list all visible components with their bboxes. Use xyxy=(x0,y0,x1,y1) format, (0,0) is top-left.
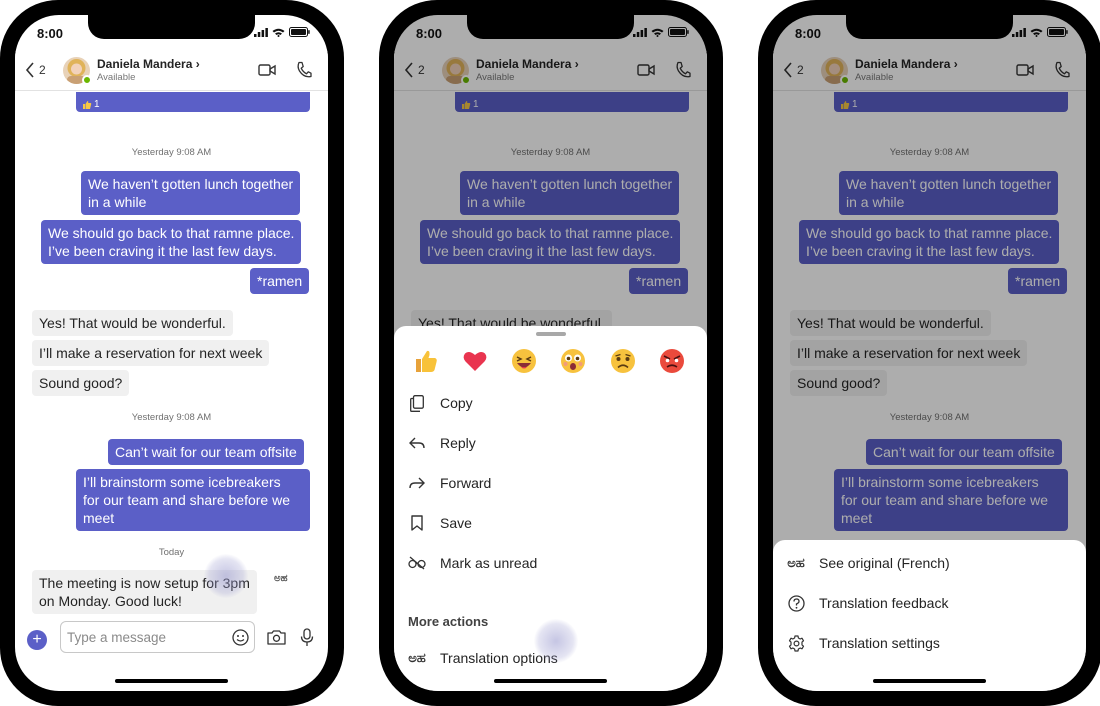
phone-screen: 8:00 2 Daniela Mandera › Available 1 Yes… xyxy=(773,15,1086,691)
battery-icon xyxy=(289,27,310,37)
message-line: meet xyxy=(83,510,115,526)
notch xyxy=(846,15,1013,39)
timestamp: Yesterday 9:08 AM xyxy=(131,412,212,423)
message-text: Yes! That would be wonderful. xyxy=(39,315,226,331)
status-icons xyxy=(254,27,310,37)
chat-header: 2 Daniela Mandera › Available xyxy=(15,51,328,91)
forward-icon xyxy=(408,474,426,492)
menu-item-see-original[interactable]: ಅಹ See original (French) xyxy=(773,546,1086,580)
gear-icon xyxy=(787,634,805,652)
timestamp: Yesterday 9:08 AM xyxy=(131,147,212,158)
message-text: *ramen xyxy=(257,273,303,289)
heart-icon[interactable] xyxy=(462,348,488,374)
translated-indicator-icon: ಅಹ xyxy=(274,573,288,584)
contact-name[interactable]: Daniela Mandera › xyxy=(97,57,200,71)
home-indicator xyxy=(873,679,986,683)
presence-available-icon xyxy=(82,75,92,85)
bookmark-icon xyxy=(408,514,426,532)
laughing-emoji-icon[interactable] xyxy=(511,348,537,374)
phone-translation-options-view: 8:00 2 Daniela Mandera › Available 1 Yes… xyxy=(758,0,1100,706)
timestamp: Today xyxy=(158,547,185,558)
reaction-count: 1 xyxy=(94,99,100,110)
message-list[interactable]: 1 Yesterday 9:08 AM We haven’t gotten lu… xyxy=(15,92,328,617)
message-text: Sound good? xyxy=(39,375,123,391)
help-circle-icon xyxy=(787,594,805,612)
message-text: I’ll make a reservation for next week xyxy=(39,345,263,361)
touch-indicator xyxy=(204,554,248,598)
menu-item-label: Translation settings xyxy=(819,635,940,651)
mark-unread-icon xyxy=(408,554,426,572)
message-bubble[interactable]: Can’t wait for our team offsite xyxy=(108,439,304,465)
message-input[interactable] xyxy=(60,621,255,653)
copy-icon xyxy=(408,394,426,412)
contact-status: Available xyxy=(97,72,136,83)
thumbs-up-icon xyxy=(83,101,92,109)
menu-item-label: Mark as unread xyxy=(440,555,538,571)
translate-icon: ಅಹ xyxy=(787,555,805,570)
message-line: in a while xyxy=(88,194,147,210)
menu-item-translation-settings[interactable]: Translation settings xyxy=(773,626,1086,660)
menu-item-translation-feedback[interactable]: Translation feedback xyxy=(773,586,1086,620)
message-bubble-incoming[interactable]: Sound good? xyxy=(32,370,130,396)
home-indicator xyxy=(115,679,228,683)
message-line: We should go back to that ramne place. xyxy=(48,225,295,241)
menu-item-label: Translation feedback xyxy=(819,595,949,611)
message-line: for our team and share before we xyxy=(83,492,291,508)
video-call-icon[interactable] xyxy=(258,62,276,78)
add-attachment-button[interactable]: + xyxy=(27,630,47,650)
wifi-icon xyxy=(272,28,285,37)
surprised-emoji-icon[interactable] xyxy=(560,348,586,374)
menu-item-mark-unread[interactable]: Mark as unread xyxy=(394,546,707,580)
phone-call-icon[interactable] xyxy=(296,61,312,79)
touch-indicator xyxy=(534,619,578,663)
emoji-icon[interactable] xyxy=(232,629,249,646)
reaction-badge[interactable]: 1 xyxy=(82,96,100,114)
message-bubble[interactable]: *ramen xyxy=(250,268,310,294)
unread-count: 2 xyxy=(39,63,46,77)
message-bubble-partial[interactable]: 1 xyxy=(76,92,310,112)
message-text: Can’t wait for our team offsite xyxy=(115,444,297,460)
message-bubble[interactable]: We should go back to that ramne place. I… xyxy=(41,220,302,264)
sad-emoji-icon[interactable] xyxy=(610,348,636,374)
phone-screen: 8:00 2 Daniela Mandera › Available 1 Yes… xyxy=(394,15,707,691)
chevron-right-icon: › xyxy=(195,57,200,71)
compose-bar: + xyxy=(15,618,328,658)
reaction-picker xyxy=(394,348,707,378)
phone-message-actions-view: 8:00 2 Daniela Mandera › Available 1 Yes… xyxy=(379,0,723,706)
notch xyxy=(467,15,634,39)
chevron-left-icon xyxy=(25,62,34,78)
message-bubble[interactable]: I’ll brainstorm some icebreakers for our… xyxy=(76,469,310,531)
more-actions-heading: More actions xyxy=(408,614,489,629)
menu-item-save[interactable]: Save xyxy=(394,506,707,540)
menu-item-label: Save xyxy=(440,515,472,531)
microphone-icon[interactable] xyxy=(300,628,314,647)
status-time: 8:00 xyxy=(37,26,64,41)
message-bubble[interactable]: We haven’t gotten lunch together in a wh… xyxy=(81,171,301,215)
phone-chat-view: 8:00 2 Daniela Mandera › Available 1 Yes… xyxy=(0,0,344,706)
message-line: I’ve been craving it the last few days. xyxy=(48,243,277,259)
menu-item-label: Forward xyxy=(440,475,492,491)
message-bubble-incoming[interactable]: I’ll make a reservation for next week xyxy=(32,340,270,366)
message-line: We haven’t gotten lunch together xyxy=(88,176,294,192)
camera-icon[interactable] xyxy=(267,629,286,646)
angry-emoji-icon[interactable] xyxy=(659,348,685,374)
menu-item-forward[interactable]: Forward xyxy=(394,466,707,500)
reply-icon xyxy=(408,434,426,452)
menu-item-copy[interactable]: Copy xyxy=(394,386,707,420)
menu-item-label: Copy xyxy=(440,395,473,411)
menu-item-label: See original (French) xyxy=(819,555,950,571)
message-line: I’ll brainstorm some icebreakers xyxy=(83,474,281,490)
translation-options-sheet: ಅಹ See original (French) Translation fee… xyxy=(773,540,1086,691)
notch xyxy=(88,15,255,39)
cellular-signal-icon xyxy=(254,27,268,37)
thumbs-up-icon[interactable] xyxy=(413,348,439,374)
phone-screen: 8:00 2 Daniela Mandera › Available 1 Yes… xyxy=(15,15,328,691)
home-indicator xyxy=(494,679,607,683)
menu-item-label: Reply xyxy=(440,435,476,451)
translate-icon: ಅಹ xyxy=(408,650,426,665)
back-button[interactable]: 2 xyxy=(25,59,59,81)
message-bubble-incoming[interactable]: Yes! That would be wonderful. xyxy=(32,310,233,336)
sheet-grabber[interactable] xyxy=(536,332,566,336)
menu-item-reply[interactable]: Reply xyxy=(394,426,707,460)
